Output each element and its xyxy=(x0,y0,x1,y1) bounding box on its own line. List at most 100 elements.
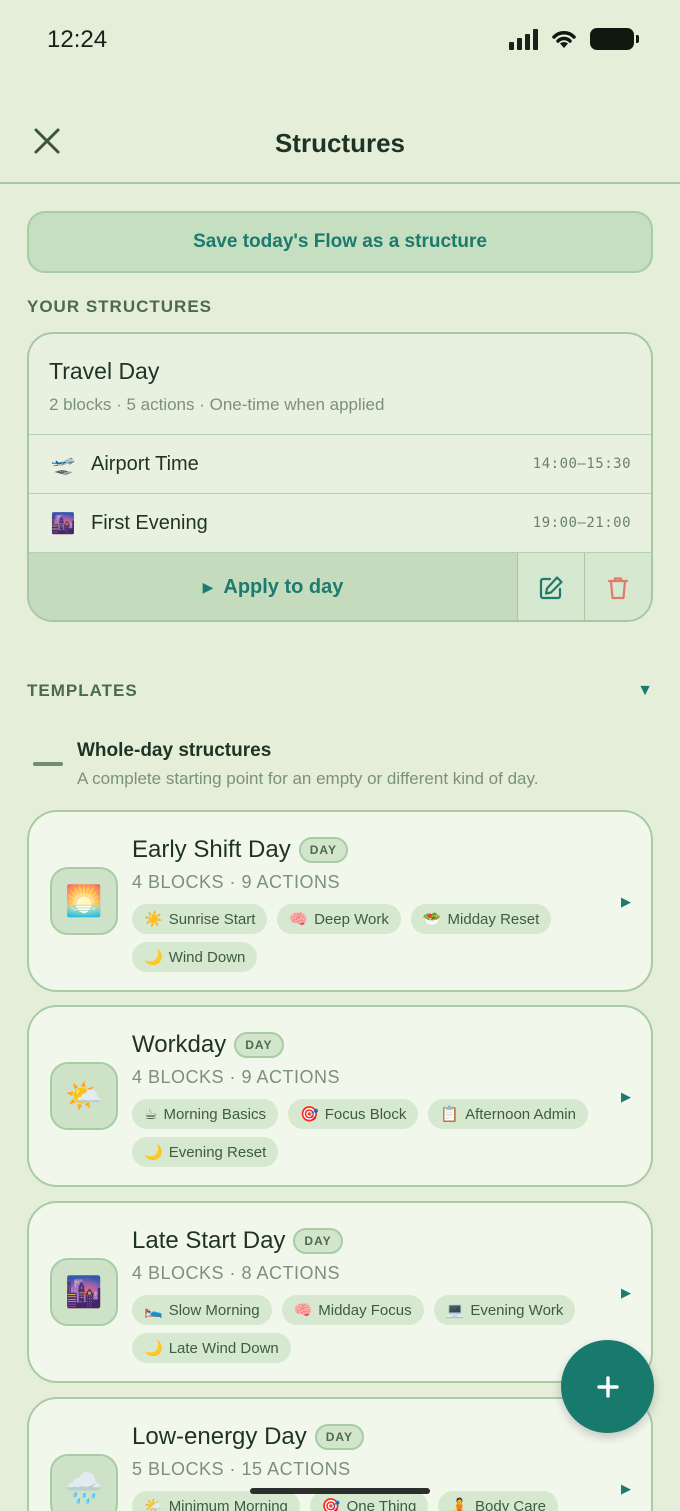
templates-label: TEMPLATES xyxy=(27,681,138,700)
block-chip-label: Sunrise Start xyxy=(168,910,256,928)
block-name: Airport Time xyxy=(91,452,199,475)
meditation-icon: 🧘 xyxy=(450,1498,470,1511)
apply-to-day-label: Apply to day xyxy=(223,576,344,598)
moon-icon: 🌙 xyxy=(144,1340,163,1357)
block-chip: 🎯 Focus Block xyxy=(288,1099,419,1129)
template-blocks: 🌤️ Minimum Morning 🎯 One Thing 🧘 Body Care xyxy=(132,1491,612,1511)
block-chip-label: Minimum Morning xyxy=(168,1497,288,1511)
target-icon: 🎯 xyxy=(321,1498,341,1511)
block-chip: 🌤️ Minimum Morning xyxy=(132,1491,300,1511)
structure-actions: ▶ Apply to day xyxy=(29,553,651,620)
battery-icon xyxy=(590,28,639,50)
block-chip: 📋 Afternoon Admin xyxy=(428,1099,588,1129)
structure-name: Travel Day xyxy=(49,358,160,384)
wifi-icon xyxy=(552,31,576,48)
block-time: 14:00–15:30 xyxy=(532,456,631,472)
chevron-right-icon: ▶ xyxy=(621,1089,631,1104)
block-chip-label: One Thing xyxy=(346,1497,417,1511)
block-chip: 🥗 Midday Reset xyxy=(410,904,552,934)
your-structures-label: YOUR STRUCTURES xyxy=(27,297,213,316)
block-chip-label: Midday Focus xyxy=(318,1301,412,1319)
structure-card-header[interactable]: Travel Day 2 blocks · 5 actions · One-ti… xyxy=(29,334,651,435)
brain-icon: 🧠 xyxy=(289,911,309,928)
status-time: 12:24 xyxy=(47,26,108,53)
trash-icon xyxy=(607,576,629,599)
structure-card: Travel Day 2 blocks · 5 actions · One-ti… xyxy=(27,332,653,622)
target-icon: 🎯 xyxy=(300,1106,319,1123)
template-blocks: ☕ Morning Basics 🎯 Focus Block 📋 Afternoon … xyxy=(132,1099,612,1167)
structure-block-row[interactable]: 🛫 Airport Time 14:00–15:30 xyxy=(29,435,651,494)
day-badge: DAY xyxy=(314,1424,364,1450)
structure-meta: 2 blocks · 5 actions · One-time when app… xyxy=(49,395,385,414)
sun-icon: ☀️ xyxy=(144,911,163,928)
template-title-row: Late Start Day DAY xyxy=(132,1227,343,1255)
block-chip-label: Body Care xyxy=(475,1497,546,1511)
edit-icon xyxy=(539,575,563,599)
block-chip-label: Afternoon Admin xyxy=(465,1105,576,1123)
save-flow-as-structure-button[interactable]: Save today's Flow as a structure xyxy=(27,211,653,273)
block-chip: 🛌 Slow Morning xyxy=(132,1295,272,1325)
block-chip: 💻 Evening Work xyxy=(433,1295,576,1325)
day-badge: DAY xyxy=(298,837,348,863)
block-chip-label: Late Wind Down xyxy=(168,1339,279,1357)
group-title: Whole-day structures xyxy=(77,740,272,761)
chevron-right-icon: ▶ xyxy=(621,1285,631,1300)
play-arrow-icon: ▶ xyxy=(202,579,214,595)
block-chip: 🧠 Midday Focus xyxy=(281,1295,424,1325)
bed-icon: 🛌 xyxy=(144,1302,163,1319)
header: Structures xyxy=(0,100,680,184)
template-card-workday[interactable]: 🌤️ Workday DAY 4 BLOCKS · 9 ACTIONS ☕ Mor… xyxy=(27,1005,653,1187)
structure-block-row[interactable]: 🌆 First Evening 19:00–21:00 xyxy=(29,494,651,553)
clipboard-icon: 📋 xyxy=(440,1106,460,1123)
plus-icon xyxy=(596,1375,619,1398)
moon-icon: 🌙 xyxy=(144,949,163,966)
templates-collapse-toggle[interactable]: ▼ xyxy=(637,682,653,700)
block-time: 19:00–21:00 xyxy=(532,515,631,531)
template-title-row: Workday DAY xyxy=(132,1031,284,1059)
day-badge: DAY xyxy=(293,1228,343,1254)
block-chip-label: Deep Work xyxy=(314,910,389,928)
status-bar: 12:24 xyxy=(0,0,680,84)
block-chip: 🧠 Deep Work xyxy=(277,904,401,934)
status-icons xyxy=(509,28,639,50)
coffee-icon: ☕ xyxy=(144,1106,158,1123)
block-chip-label: Evening Reset xyxy=(168,1143,267,1161)
block-chip-label: Slow Morning xyxy=(168,1301,260,1319)
template-meta: 4 BLOCKS · 8 ACTIONS xyxy=(132,1263,341,1283)
template-blocks: 🛌 Slow Morning 🧠 Midday Focus 💻 Evening Wor… xyxy=(132,1295,612,1363)
template-name: Early Shift Day xyxy=(132,836,291,863)
template-name: Low-energy Day xyxy=(132,1423,307,1450)
template-title-row: Early Shift Day DAY xyxy=(132,836,348,864)
block-chip-label: Evening Work xyxy=(470,1301,564,1319)
home-indicator[interactable] xyxy=(250,1488,430,1494)
template-name: Late Start Day xyxy=(132,1227,286,1254)
block-name: First Evening xyxy=(91,511,208,534)
add-structure-fab[interactable] xyxy=(561,1340,654,1433)
delete-structure-button[interactable] xyxy=(584,553,651,620)
sun-behind-cloud-icon: 🌤️ xyxy=(50,1062,118,1130)
apply-to-day-button[interactable]: ▶ Apply to day xyxy=(29,553,517,620)
laptop-icon: 💻 xyxy=(445,1302,465,1319)
block-chip: 🌙 Wind Down xyxy=(132,942,258,972)
block-chip: 🌙 Evening Reset xyxy=(132,1137,279,1167)
rain-cloud-icon: 🌧️ xyxy=(50,1454,118,1511)
template-meta: 5 BLOCKS · 15 ACTIONS xyxy=(132,1459,351,1479)
moon-icon: 🌙 xyxy=(144,1144,163,1161)
block-chip-label: Morning Basics xyxy=(163,1105,266,1123)
airplane-departure-icon: 🛫 xyxy=(50,453,76,476)
city-dusk-icon: 🌆 xyxy=(50,512,76,535)
block-chip-label: Focus Block xyxy=(324,1105,407,1123)
chevron-right-icon: ▶ xyxy=(621,1481,631,1496)
sun-behind-cloud-icon: 🌤️ xyxy=(144,1498,163,1511)
sunrise-icon: 🌅 xyxy=(50,867,118,935)
page-title: Structures xyxy=(274,128,406,158)
template-card-late-start-day[interactable]: 🌆 Late Start Day DAY 4 BLOCKS · 8 ACTION… xyxy=(27,1201,653,1383)
template-card-early-shift-day[interactable]: 🌅 Early Shift Day DAY 4 BLOCKS · 9 ACTIO… xyxy=(27,810,653,992)
group-collapse-handle[interactable] xyxy=(33,762,63,766)
block-chip: 🎯 One Thing xyxy=(309,1491,429,1511)
block-chip: ☀️ Sunrise Start xyxy=(132,904,268,934)
salad-icon: 🥗 xyxy=(422,911,442,928)
template-blocks: ☀️ Sunrise Start 🧠 Deep Work 🥗 Midday Reset… xyxy=(132,904,612,972)
block-chip-label: Wind Down xyxy=(168,948,246,966)
edit-structure-button[interactable] xyxy=(517,553,584,620)
